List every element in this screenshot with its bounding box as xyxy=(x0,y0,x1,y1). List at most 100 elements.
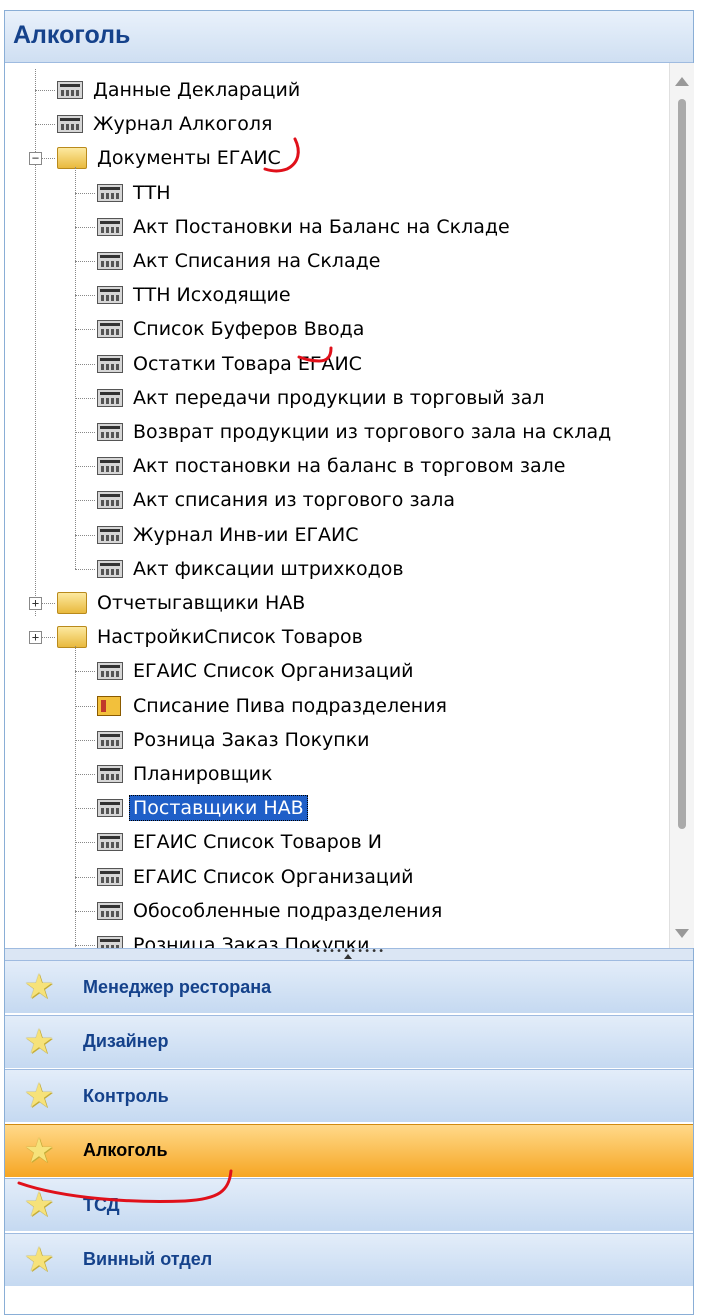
tree-item-планировщик[interactable]: Планировщик xyxy=(97,757,276,791)
tree-item-label: Список Буферов Ввода xyxy=(133,318,365,341)
form-icon xyxy=(57,115,83,134)
tree-item-отчетыгавщики-нав[interactable]: Отчетыгавщики НАВ xyxy=(57,586,309,620)
form-icon xyxy=(97,833,123,852)
tree-item-егаис-список-товаров-и[interactable]: ЕГАИС Список Товаров И xyxy=(97,825,386,859)
tree-connector-line xyxy=(75,261,95,262)
tree-item-егаис-список-организаций[interactable]: ЕГАИС Список Организаций xyxy=(97,860,418,894)
tree-item-ттн-исходящие[interactable]: ТТН Исходящие xyxy=(97,278,295,312)
tree-item-label: Списание Пива подразделения xyxy=(133,694,447,717)
tree-item-label: Журнал Алкоголя xyxy=(93,113,273,136)
tree-item-label: Акт фиксации штрихкодов xyxy=(133,557,404,580)
form-icon xyxy=(97,217,123,236)
tree-item-список-буферов-ввода[interactable]: Список Буферов Ввода xyxy=(97,312,368,346)
star-icon: ★ xyxy=(23,1130,55,1171)
nav-button-3[interactable]: ★ Контроль xyxy=(5,1069,693,1122)
panel-title: Алкоголь xyxy=(13,21,131,49)
expand-icon[interactable]: + xyxy=(29,631,42,645)
form-icon xyxy=(97,662,123,681)
tree-item-журнал-алкоголя[interactable]: Журнал Алкоголя xyxy=(57,107,276,141)
scroll-thumb[interactable] xyxy=(678,99,686,829)
tree-scrollbar[interactable] xyxy=(669,63,694,948)
tree-connector-line xyxy=(75,739,95,741)
tree-item-журнал-инв-ии-егаис[interactable]: Журнал Инв-ии ЕГАИС xyxy=(97,518,363,552)
panel-splitter[interactable]: •••••••••• xyxy=(5,947,693,960)
tree-item-label: Акт списания из торгового зала xyxy=(133,489,455,512)
folder-icon xyxy=(57,626,87,649)
tree-item-label: ЕГАИС Список Товаров И xyxy=(133,831,382,854)
form-icon xyxy=(97,320,123,339)
form-icon xyxy=(97,388,123,407)
tree-connector-line xyxy=(75,568,95,570)
nav-button-5[interactable]: ★ ТСД xyxy=(5,1178,693,1231)
tree-item-данные-деклараций[interactable]: Данные Деклараций xyxy=(57,73,304,107)
form-icon xyxy=(97,457,123,476)
tree-connector-line xyxy=(75,226,95,228)
nav-button-label: Менеджер ресторана xyxy=(83,976,272,997)
form-icon xyxy=(97,730,123,749)
tree-item-акт-фиксации-штрихкодов[interactable]: Акт фиксации штрихкодов xyxy=(97,552,408,586)
star-icon: ★ xyxy=(23,1021,55,1062)
tree-connector-line xyxy=(75,167,76,569)
tree-connector-line xyxy=(75,534,95,536)
form-icon xyxy=(97,491,123,510)
tree-item-label: ТТН Исходящие xyxy=(133,284,291,307)
tree-item-документы-егаис[interactable]: Документы ЕГАИС xyxy=(57,141,285,175)
splitter-up-arrow-icon[interactable] xyxy=(344,954,352,959)
tree-item-акт-постановки-на-баланс-на-складе[interactable]: Акт Постановки на Баланс на Складе xyxy=(97,210,514,244)
form-icon xyxy=(97,423,123,441)
tree-item-возврат-продукции-из-торгового-зала-на-склад[interactable]: Возврат продукции из торгового зала на с… xyxy=(97,415,615,449)
folder-open-icon xyxy=(57,147,87,170)
form-icon xyxy=(97,354,123,373)
star-icon: ★ xyxy=(23,967,55,1007)
folder-icon xyxy=(57,592,87,614)
tree-item-розница-заказ-покупки[interactable]: Розница Заказ Покупки xyxy=(97,723,374,757)
form-icon xyxy=(97,901,123,920)
tree-item-label: Акт постановки на баланс в торговом зале xyxy=(133,455,566,478)
tree-connector-line xyxy=(75,876,95,878)
tree-item-поставщики-нав[interactable]: Поставщики НАВ xyxy=(97,791,308,825)
expand-icon[interactable]: + xyxy=(29,597,42,610)
tree-item-акт-списания-из-торгового-зала[interactable]: Акт списания из торгового зала xyxy=(97,483,459,517)
tree-item-label: Розница Заказ Покупки xyxy=(133,728,370,751)
tree-view[interactable]: Данные Деклараций Журнал Алкоголя Документ… xyxy=(5,63,669,948)
tree-item-label: ТТН xyxy=(133,181,171,204)
tree-connector-line xyxy=(75,192,95,194)
nav-button-label: Алкоголь xyxy=(83,1140,168,1160)
tree-connector-line xyxy=(35,124,55,126)
tree-connector-line xyxy=(75,842,95,844)
tree-item-label: ЕГАИС Список Организаций xyxy=(133,865,414,888)
tree-connector-line xyxy=(35,90,55,91)
tree-item-настройкисписок-товаров[interactable]: НастройкиСписок Товаров xyxy=(57,620,367,654)
collapse-icon[interactable]: − xyxy=(29,152,42,166)
tree-item-списание-пива-подразделения[interactable]: Списание Пива подразделения xyxy=(97,689,451,723)
tree-item-label: Возврат продукции из торгового зала на с… xyxy=(133,421,612,443)
report-icon xyxy=(97,695,121,716)
tree-item-акт-постановки-на-баланс-в-торговом-зале[interactable]: Акт постановки на баланс в торговом зале xyxy=(97,449,569,483)
tree-connector-line xyxy=(75,432,95,433)
tree-connector-line xyxy=(75,910,95,912)
form-icon xyxy=(97,867,123,886)
tree-connector-line xyxy=(75,774,95,775)
form-icon xyxy=(97,286,123,305)
tree-item-ттн[interactable]: ТТН xyxy=(97,176,175,210)
tree-connector-line xyxy=(75,671,95,673)
tree-item-акт-списания-на-складе[interactable]: Акт Списания на Складе xyxy=(97,244,384,278)
nav-button-4[interactable]: ★ Алкоголь xyxy=(5,1123,693,1177)
tree-item-остатки-товара-егаис[interactable]: Остатки Товара ЕГАИС xyxy=(97,347,366,381)
nav-button-2[interactable]: ★ Дизайнер xyxy=(5,1014,693,1068)
tree-connector-line xyxy=(75,646,76,948)
star-icon: ★ xyxy=(23,1239,55,1280)
nav-button-label: Контроль xyxy=(83,1085,169,1106)
nav-button-1[interactable]: ★ Менеджер ресторана xyxy=(5,960,693,1013)
nav-button-6[interactable]: ★ Винный отдел xyxy=(5,1232,693,1286)
tree-item-обособленные-подразделения[interactable]: Обособленные подразделения xyxy=(97,894,446,928)
scroll-up-arrow-icon[interactable] xyxy=(675,77,689,86)
form-icon xyxy=(97,936,123,948)
scroll-down-arrow-icon[interactable] xyxy=(675,929,689,938)
tree-item-label: Акт Постановки на Баланс на Складе xyxy=(133,215,510,238)
nav-button-label: Дизайнер xyxy=(83,1031,169,1051)
form-icon xyxy=(97,252,123,270)
tree-item-розница-заказ-покупки[interactable]: Розница Заказ Покупки xyxy=(97,928,374,948)
tree-item-акт-передачи-продукции-в-торговый-зал[interactable]: Акт передачи продукции в торговый зал xyxy=(97,381,549,415)
tree-item-егаис-список-организаций[interactable]: ЕГАИС Список Организаций xyxy=(97,654,418,688)
